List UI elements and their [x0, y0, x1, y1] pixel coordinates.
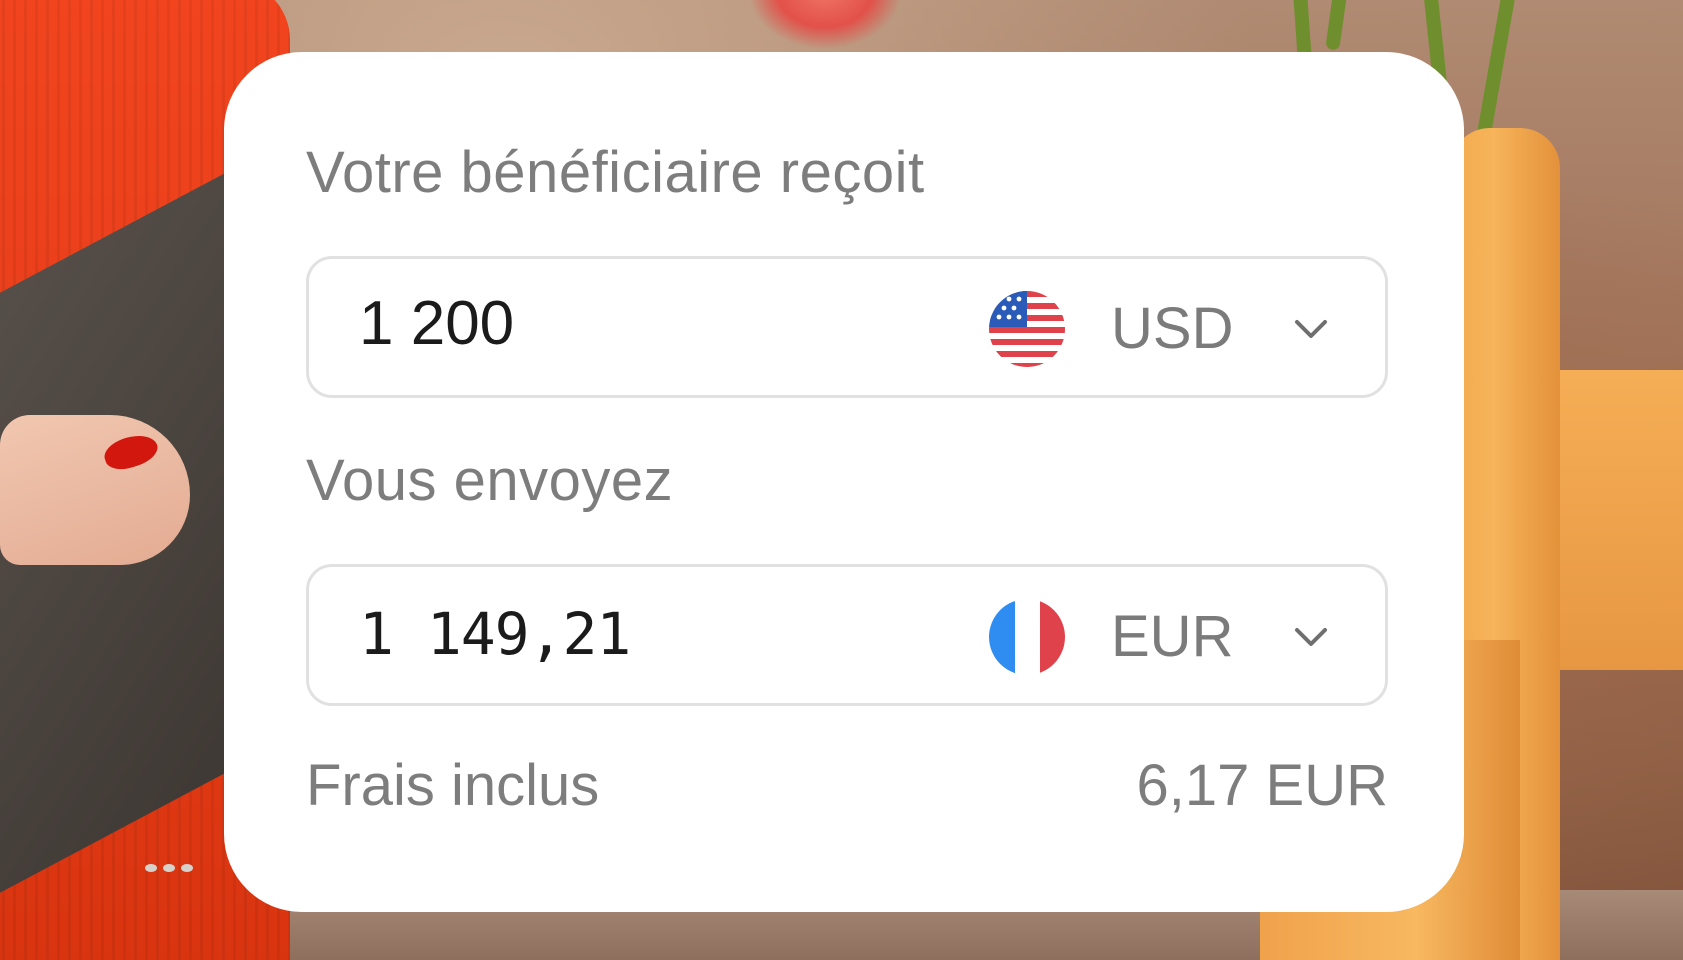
sender-amount-field[interactable]: 1 149,21 EUR	[306, 564, 1388, 706]
flower-decoration	[750, 0, 900, 48]
sender-currency-select[interactable]: EUR	[935, 585, 1365, 689]
sender-amount-input[interactable]: 1 149,21	[359, 605, 919, 663]
tablet-dots	[145, 864, 197, 874]
fees-included-label: Frais inclus	[306, 753, 600, 818]
recipient-amount-input[interactable]: 1 200	[359, 293, 919, 355]
chevron-down-icon	[1289, 615, 1333, 659]
chevron-down-icon	[1289, 307, 1333, 351]
us-flag-icon	[989, 291, 1065, 367]
recipient-receives-label: Votre bénéficiaire reçoit	[306, 140, 925, 205]
recipient-currency-select[interactable]: USD	[935, 277, 1365, 381]
fees-amount: 6,17 EUR	[1136, 753, 1388, 818]
recipient-currency-code: USD	[1111, 296, 1234, 361]
you-send-label: Vous envoyez	[306, 448, 674, 513]
person-hand	[0, 415, 190, 565]
transfer-converter-card: Votre bénéficiaire reçoit 1 200 USD Vous…	[224, 52, 1464, 912]
sender-currency-code: EUR	[1111, 604, 1234, 669]
recipient-amount-field[interactable]: 1 200 USD	[306, 256, 1388, 398]
france-flag-icon	[989, 599, 1065, 675]
